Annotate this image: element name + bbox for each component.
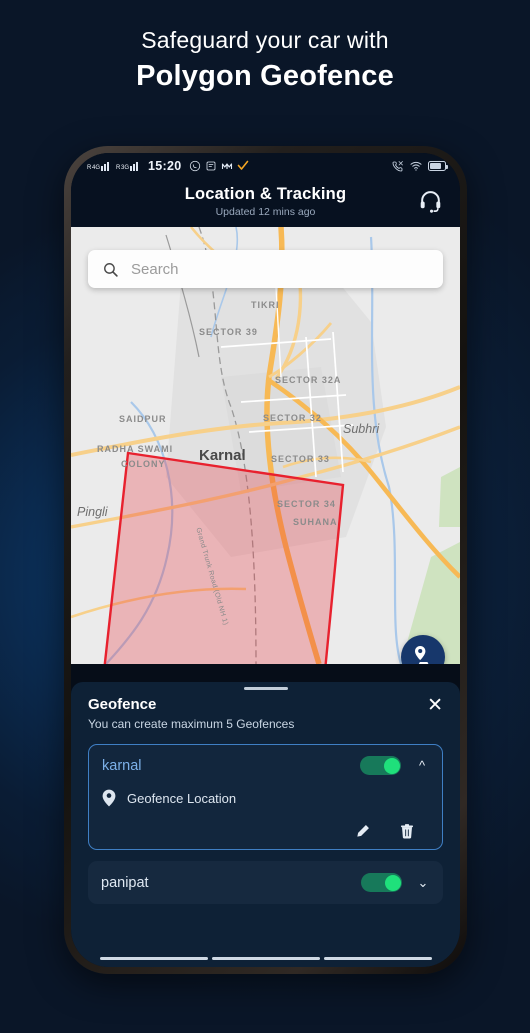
headset-icon <box>420 190 440 213</box>
sheet-subtitle: You can create maximum 5 Geofences <box>88 717 295 731</box>
map-canvas[interactable]: Baragaon TIKRI SECTOR 39 SECTOR 32A SECT… <box>71 227 460 664</box>
geofence-name: karnal <box>102 757 142 774</box>
geofence-item-karnal[interactable]: karnal ^ Geofence Location <box>88 744 443 850</box>
status-bar-clock: 15:20 <box>148 159 182 173</box>
promo-line-2: Polygon Geofence <box>136 59 394 92</box>
network-type-1: 4G <box>92 164 101 171</box>
chevron-up-icon[interactable]: ^ <box>415 758 429 773</box>
support-button[interactable] <box>416 186 444 214</box>
battery-icon <box>428 161 448 171</box>
geofence-actions <box>102 823 429 840</box>
geofence-header-row[interactable]: panipat ⌄ <box>101 873 430 892</box>
geofence-location-row: Geofence Location <box>102 789 429 807</box>
phone-screen: R 4G R 3G 15:20 Location & Tracking Upda… <box>71 153 460 967</box>
system-navigation-bar <box>71 950 460 967</box>
phone-mute-icon <box>392 161 403 172</box>
nav-segment[interactable] <box>323 957 432 960</box>
nav-segment[interactable] <box>211 957 320 960</box>
nav-segment[interactable] <box>99 957 208 960</box>
geofence-header-row[interactable]: karnal ^ <box>102 756 429 775</box>
sheet-header: Geofence You can create maximum 5 Geofen… <box>88 696 443 731</box>
map-pin-icon <box>102 789 116 807</box>
geofence-sheet: Geofence You can create maximum 5 Geofen… <box>71 682 460 967</box>
search-icon <box>104 262 118 277</box>
chevron-down-icon[interactable]: ⌄ <box>416 875 430 891</box>
check-icon <box>237 160 248 170</box>
geofence-toggle[interactable] <box>361 873 402 892</box>
trash-icon[interactable] <box>399 823 415 840</box>
wifi-icon <box>410 161 422 171</box>
status-bar: R 4G R 3G 15:20 <box>71 153 460 179</box>
network-type-2: 3G <box>121 164 130 171</box>
signal-icon-sim2: R 3G <box>116 161 141 171</box>
geofence-toggle[interactable] <box>360 756 401 775</box>
m-app-icon <box>221 163 232 169</box>
search-placeholder: Search <box>131 260 179 278</box>
promo-headline: Safeguard your car with Polygon Geofence <box>0 26 530 96</box>
page-title: Location & Tracking <box>184 185 347 203</box>
close-button[interactable]: ✕ <box>427 696 443 715</box>
geofence-polygon <box>103 451 345 664</box>
whatsapp-icon <box>189 160 200 172</box>
app-header: Location & Tracking Updated 12 mins ago <box>71 179 460 227</box>
promo-line-1: Safeguard your car with <box>141 27 389 53</box>
geofence-item-panipat[interactable]: panipat ⌄ <box>88 861 443 904</box>
phone-mockup: R 4G R 3G 15:20 Location & Tracking Upda… <box>64 146 467 974</box>
last-updated-text: Updated 12 mins ago <box>215 206 316 218</box>
map-roads <box>71 227 460 664</box>
pencil-icon[interactable] <box>354 823 371 840</box>
geofence-location-label: Geofence Location <box>127 790 237 806</box>
sim-icon <box>206 161 215 171</box>
signal-icon-sim1: R 4G <box>87 161 112 171</box>
pin-car-icon <box>415 646 429 664</box>
sheet-title: Geofence <box>88 696 157 713</box>
geofence-name: panipat <box>101 874 149 891</box>
sheet-drag-handle[interactable] <box>243 687 288 690</box>
search-bar[interactable]: Search <box>88 250 443 288</box>
